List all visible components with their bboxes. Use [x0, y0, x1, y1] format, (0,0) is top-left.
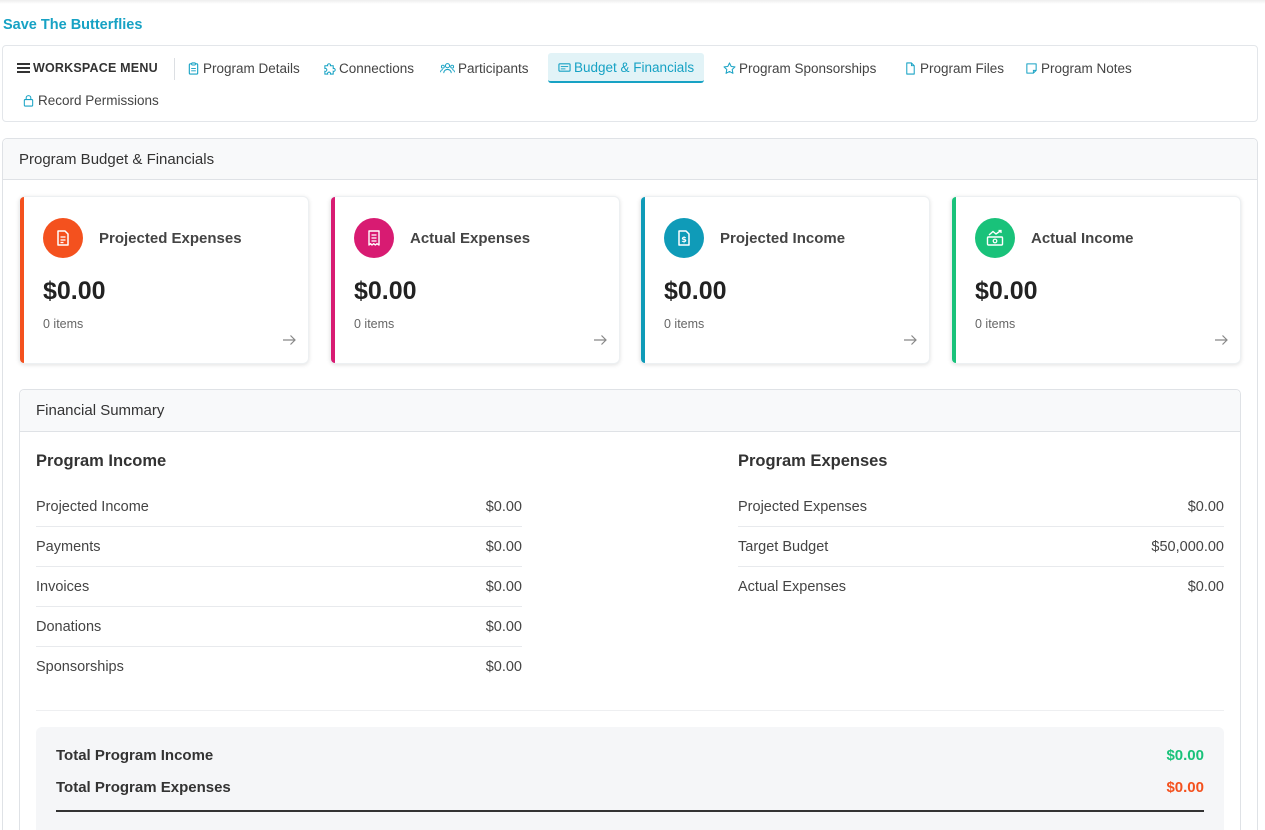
tab-program-details[interactable]: Program Details — [187, 53, 300, 83]
tab-record-permissions[interactable]: Record Permissions — [22, 85, 159, 115]
tab-program-files[interactable]: Program Files — [904, 53, 1004, 83]
card-accent-bar — [331, 197, 335, 363]
row-label: Sponsorships — [36, 659, 124, 675]
tab-program-sponsorships[interactable]: Program Sponsorships — [723, 53, 876, 83]
workspace-menu-label: WORKSPACE MENU — [33, 61, 158, 75]
summary-row: Projected Income $0.00 — [36, 487, 522, 527]
tab-participants-label: Participants — [458, 60, 529, 76]
total-income-label: Total Program Income — [56, 747, 214, 764]
tab-program-details-label: Program Details — [203, 60, 300, 76]
card-accent-bar — [952, 197, 956, 363]
program-income-section: Program Income Projected Income $0.00 Pay… — [36, 451, 522, 687]
card-actual-income[interactable]: Actual Income $0.00 0 items — [951, 196, 1241, 364]
app-title-link[interactable]: Save The Butterflies — [3, 17, 142, 33]
summary-row: Donations $0.00 — [36, 607, 522, 647]
card-title: Actual Income — [1031, 230, 1134, 247]
summary-row: Invoices $0.00 — [36, 567, 522, 607]
card-value: $0.00 — [975, 277, 1038, 305]
card-count: 0 items — [354, 317, 395, 331]
invoice-icon — [43, 218, 83, 258]
total-income-value: $0.00 — [1166, 747, 1204, 764]
card-accent-bar — [641, 197, 645, 363]
summary-row: Actual Expenses $0.00 — [738, 567, 1224, 607]
summary-row: Target Budget $50,000.00 — [738, 527, 1224, 567]
totals-rule — [56, 810, 1204, 812]
workspace-nav: WORKSPACE MENU Program Details Connectio… — [2, 45, 1258, 122]
row-label: Donations — [36, 618, 102, 635]
tab-budget-financials[interactable]: Budget & Financials — [548, 53, 705, 83]
total-income-row: Total Program Income $0.00 — [56, 747, 1204, 764]
dollar-file-icon: $ — [664, 218, 704, 258]
tab-connections[interactable]: Connections — [323, 53, 414, 83]
tab-program-notes[interactable]: Program Notes — [1025, 53, 1132, 83]
row-value: $50,000.00 — [1151, 538, 1224, 555]
card-value: $0.00 — [354, 277, 417, 305]
card-count: 0 items — [664, 317, 705, 331]
program-income-heading: Program Income — [36, 452, 167, 470]
totals-box: Total Program Income $0.00 Total Program… — [36, 727, 1224, 830]
puzzle-icon — [324, 62, 336, 75]
row-value: $0.00 — [485, 618, 522, 635]
total-expenses-row: Total Program Expenses $0.00 — [56, 779, 1204, 796]
card-count: 0 items — [43, 317, 84, 331]
receipt-icon — [354, 218, 394, 258]
users-icon — [440, 62, 455, 73]
row-label: Invoices — [36, 578, 90, 595]
panel-title: Program Budget & Financials — [3, 139, 1257, 180]
nav-divider — [174, 58, 175, 80]
card-title: Actual Expenses — [410, 230, 531, 247]
arrow-right-icon[interactable] — [903, 334, 918, 346]
money-growth-icon — [975, 218, 1015, 258]
card-title: Projected Income — [720, 230, 846, 247]
tab-program-sponsorships-label: Program Sponsorships — [739, 60, 877, 76]
summary-separator — [36, 710, 1224, 711]
summary-row: Sponsorships $0.00 — [36, 647, 522, 687]
card-value: $0.00 — [664, 277, 727, 305]
row-value: $0.00 — [485, 498, 522, 515]
row-label: Projected Expenses — [738, 498, 867, 515]
arrow-right-icon[interactable] — [593, 334, 608, 346]
card-projected-income[interactable]: $ Projected Income $0.00 0 items — [640, 196, 930, 364]
row-value: $0.00 — [1187, 579, 1224, 595]
workspace-menu-button[interactable]: WORKSPACE MENU — [17, 53, 158, 83]
card-actual-expenses[interactable]: Actual Expenses $0.00 0 items — [330, 196, 620, 364]
row-value: $0.00 — [485, 538, 522, 555]
card-count: 0 items — [975, 317, 1016, 331]
row-label: Actual Expenses — [738, 579, 847, 595]
hamburger-icon — [17, 63, 30, 73]
receipt-icon — [558, 62, 571, 72]
summary-row: Projected Expenses $0.00 — [738, 487, 1224, 527]
svg-text:$: $ — [681, 235, 687, 244]
program-expenses-heading: Program Expenses — [738, 452, 888, 470]
top-shadow — [0, 0, 1265, 4]
card-accent-bar — [20, 197, 24, 363]
card-title: Projected Expenses — [99, 230, 242, 247]
financial-summary-title: Financial Summary — [20, 390, 1240, 432]
row-value: $0.00 — [1187, 498, 1224, 515]
program-expenses-section: Program Expenses Projected Expenses $0.00… — [738, 451, 1224, 607]
row-label: Projected Income — [36, 498, 149, 515]
tab-budget-financials-label: Budget & Financials — [574, 59, 695, 75]
arrow-right-icon[interactable] — [282, 334, 297, 346]
file-icon — [906, 61, 915, 75]
lock-icon — [23, 94, 34, 107]
total-expenses-value: $0.00 — [1166, 779, 1204, 796]
row-label: Target Budget — [738, 538, 829, 555]
row-label: Payments — [36, 538, 101, 555]
tab-program-files-label: Program Files — [920, 60, 1005, 76]
clipboard-icon — [188, 61, 199, 75]
summary-row: Payments $0.00 — [36, 527, 522, 567]
star-icon — [723, 61, 736, 74]
note-icon — [1026, 62, 1037, 74]
tab-record-permissions-label: Record Permissions — [38, 92, 159, 108]
row-value: $0.00 — [485, 659, 522, 675]
row-value: $0.00 — [485, 578, 522, 595]
tab-program-notes-label: Program Notes — [1041, 60, 1132, 76]
arrow-right-icon[interactable] — [1214, 334, 1229, 346]
tab-connections-label: Connections — [339, 60, 415, 76]
tab-participants[interactable]: Participants — [440, 53, 529, 83]
total-expenses-label: Total Program Expenses — [56, 779, 231, 796]
card-value: $0.00 — [43, 277, 106, 305]
card-projected-expenses[interactable]: Projected Expenses $0.00 0 items — [19, 196, 309, 364]
